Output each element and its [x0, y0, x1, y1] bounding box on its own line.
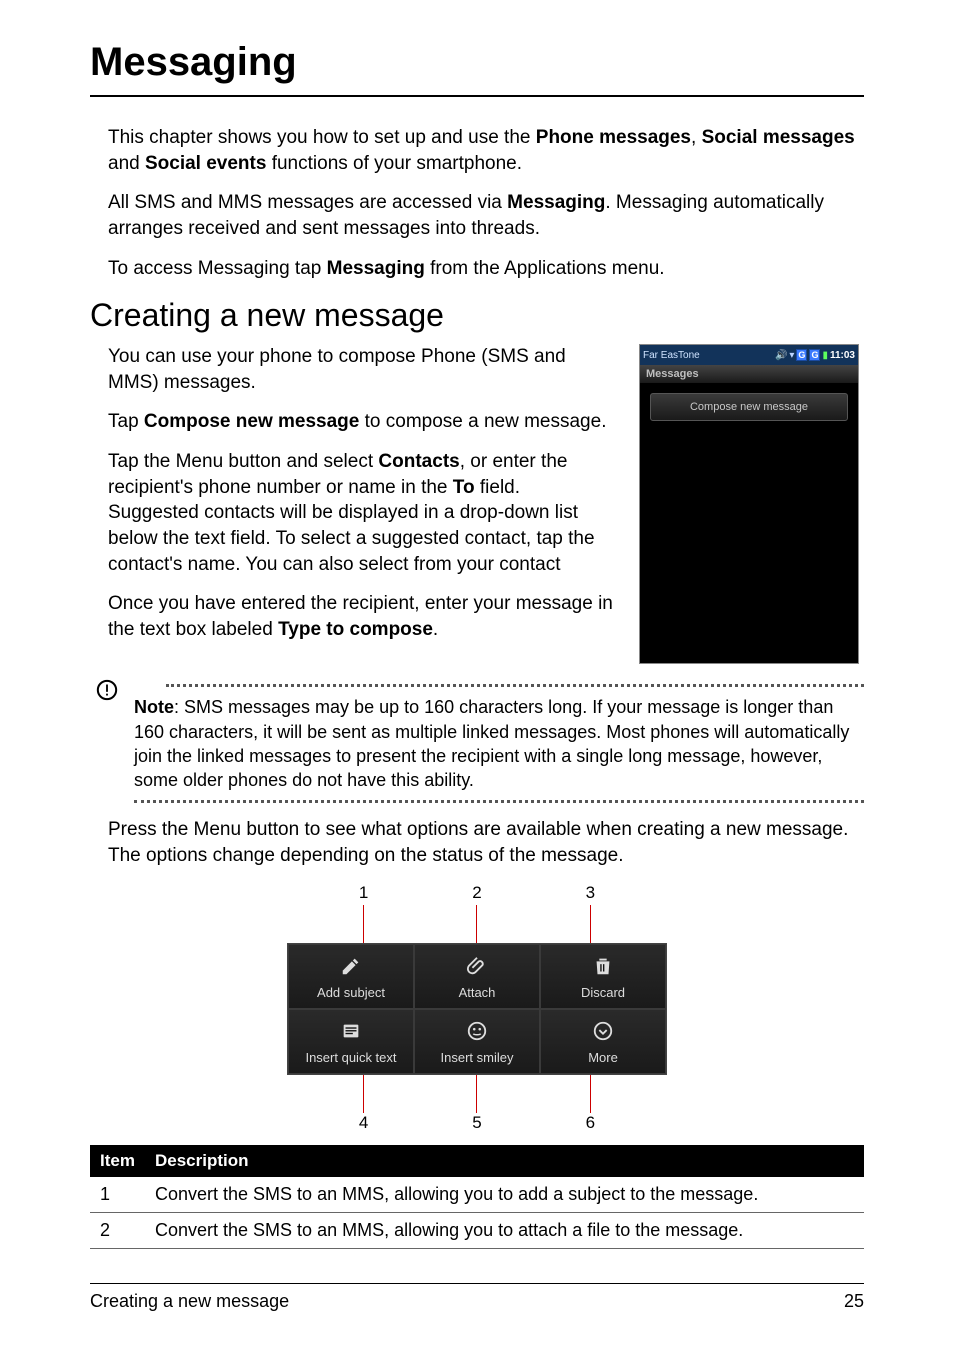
- messaging-term: Messaging: [507, 192, 605, 213]
- footer-section-title: Creating a new message: [90, 1291, 289, 1312]
- intro-para-2: All SMS and MMS messages are accessed vi…: [108, 190, 864, 241]
- leader-line: [363, 1075, 364, 1113]
- menu-insert-quick-text[interactable]: Insert quick text: [288, 1009, 414, 1074]
- page-number: 25: [844, 1291, 864, 1312]
- page-footer: Creating a new message 25: [90, 1283, 864, 1312]
- wifi-icon: ▾: [789, 350, 794, 361]
- table-header-description: Description: [145, 1145, 864, 1177]
- text: from the Applications menu.: [425, 258, 665, 279]
- section-para-3: Tap the Menu button and select Contacts,…: [108, 449, 614, 577]
- alert-icon: [96, 679, 118, 706]
- social-events-term: Social events: [145, 153, 266, 174]
- g-signal-icon-2: G: [809, 349, 820, 361]
- quick-text-icon: [340, 1016, 362, 1046]
- g-signal-icon-1: G: [796, 349, 807, 361]
- table-header-item: Item: [90, 1145, 145, 1177]
- type-to-compose-term: Type to compose: [278, 619, 433, 640]
- text: Tap: [108, 411, 144, 432]
- menu-add-subject[interactable]: Add subject: [288, 944, 414, 1009]
- text: .: [433, 619, 438, 640]
- menu-label: Discard: [581, 985, 625, 1000]
- leader-line: [476, 1075, 477, 1113]
- contacts-term: Contacts: [378, 451, 459, 472]
- status-bar: Far EasTone 🔊 ▾ G G ▮ 11:03: [640, 345, 858, 365]
- menu-options-diagram: 1 2 3 Add subject Attach Discard: [267, 883, 687, 1133]
- phone-screenshot: Far EasTone 🔊 ▾ G G ▮ 11:03 Messages Com…: [639, 344, 859, 664]
- text: to compose a new message.: [359, 411, 606, 432]
- callout-number-3: 3: [586, 883, 595, 903]
- note-block: Note: SMS messages may be up to 160 char…: [90, 684, 864, 803]
- menu-more[interactable]: More: [540, 1009, 666, 1074]
- section-heading: Creating a new message: [90, 297, 864, 334]
- menu-label: Insert quick text: [305, 1050, 396, 1065]
- messaging-tap-term: Messaging: [327, 258, 425, 279]
- leader-line: [476, 905, 477, 943]
- paperclip-icon: [466, 951, 488, 981]
- compose-new-message-button[interactable]: Compose new message: [650, 393, 848, 421]
- text: This chapter shows you how to set up and…: [108, 127, 536, 148]
- section-para-1: You can use your phone to compose Phone …: [108, 344, 614, 395]
- text: Tap the Menu button and select: [108, 451, 378, 472]
- table-row: 2 Convert the SMS to an MMS, allowing yo…: [90, 1212, 864, 1248]
- menu-discard[interactable]: Discard: [540, 944, 666, 1009]
- social-messages-term: Social messages: [702, 127, 855, 148]
- callout-number-5: 5: [472, 1113, 481, 1133]
- table-cell-desc: Convert the SMS to an MMS, allowing you …: [145, 1177, 864, 1213]
- menu-label: Attach: [459, 985, 496, 1000]
- status-right: 🔊 ▾ G G ▮ 11:03: [775, 349, 855, 361]
- leader-line: [590, 905, 591, 943]
- text: All SMS and MMS messages are accessed vi…: [108, 192, 507, 213]
- intro-para-1: This chapter shows you how to set up and…: [108, 125, 864, 176]
- table-cell-item: 2: [90, 1212, 145, 1248]
- menu-attach[interactable]: Attach: [414, 944, 540, 1009]
- to-field-term: To: [453, 477, 475, 498]
- text: and: [108, 153, 145, 174]
- carrier-label: Far EasTone: [643, 350, 700, 361]
- note-label: Note: [134, 697, 174, 717]
- messages-header: Messages: [640, 365, 858, 383]
- after-note-para: Press the Menu button to see what option…: [108, 817, 864, 868]
- text: functions of your smartphone.: [266, 153, 522, 174]
- callout-number-1: 1: [359, 883, 368, 903]
- section-para-4: Once you have entered the recipient, ent…: [108, 591, 614, 642]
- description-table: Item Description 1 Convert the SMS to an…: [90, 1145, 864, 1249]
- phone-messages-term: Phone messages: [536, 127, 691, 148]
- callout-number-6: 6: [586, 1113, 595, 1133]
- table-row: 1 Convert the SMS to an MMS, allowing yo…: [90, 1177, 864, 1213]
- callout-number-4: 4: [359, 1113, 368, 1133]
- section-para-2: Tap Compose new message to compose a new…: [108, 409, 614, 435]
- menu-label: Add subject: [317, 985, 385, 1000]
- sound-icon: 🔊: [775, 350, 787, 361]
- menu-insert-smiley[interactable]: Insert smiley: [414, 1009, 540, 1074]
- more-icon: [592, 1016, 614, 1046]
- pencil-icon: [340, 951, 362, 981]
- menu-label: More: [588, 1050, 618, 1065]
- clock: 11:03: [830, 350, 855, 361]
- table-cell-item: 1: [90, 1177, 145, 1213]
- table-cell-desc: Convert the SMS to an MMS, allowing you …: [145, 1212, 864, 1248]
- text: To access Messaging tap: [108, 258, 327, 279]
- battery-icon: ▮: [822, 350, 828, 361]
- chapter-title: Messaging: [90, 40, 864, 97]
- intro-para-3: To access Messaging tap Messaging from t…: [108, 256, 864, 282]
- leader-line: [363, 905, 364, 943]
- text: ,: [691, 127, 702, 148]
- smiley-icon: [466, 1016, 488, 1046]
- callout-number-2: 2: [472, 883, 481, 903]
- compose-new-message-term: Compose new message: [144, 411, 359, 432]
- note-text: : SMS messages may be up to 160 characte…: [134, 697, 849, 790]
- trash-icon: [592, 951, 614, 981]
- leader-line: [590, 1075, 591, 1113]
- menu-label: Insert smiley: [441, 1050, 514, 1065]
